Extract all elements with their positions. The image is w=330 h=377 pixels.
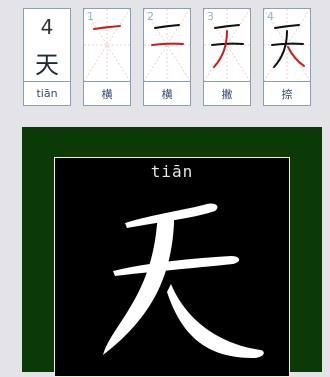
stroke-step-1[interactable]: 1 横 [83, 8, 131, 106]
stroke-name: 横 [101, 87, 113, 101]
stroke-step-2[interactable]: 2 横 [143, 8, 191, 106]
step-index: 4 [267, 10, 274, 23]
character-display-panel: tiān [54, 157, 290, 377]
stroke-step-cell: 2 [144, 9, 190, 82]
stroke-step-3[interactable]: 3 撇 [203, 8, 251, 106]
char-info-card: 4 天 tiān [23, 8, 71, 106]
stroke-name: 撇 [221, 87, 233, 101]
pinyin-label: tiān [36, 87, 58, 100]
stroke-step-cell: 3 [204, 9, 250, 82]
stroke-name: 横 [161, 87, 173, 101]
char-info-cell: 4 天 [24, 9, 70, 82]
step-index: 3 [207, 10, 214, 23]
stroke-step-4[interactable]: 4 捺 [263, 8, 311, 106]
step-index: 2 [147, 10, 154, 23]
large-character-glyph [103, 203, 264, 358]
stroke-step-cell: 4 [264, 9, 310, 82]
stroke-step-cell: 1 [84, 9, 130, 82]
character-board: tiān [22, 127, 322, 377]
stroke-count: 4 [40, 15, 54, 39]
character-glyph: 天 [35, 51, 59, 79]
step-index: 1 [87, 10, 94, 23]
stroke-name: 捺 [281, 87, 293, 101]
